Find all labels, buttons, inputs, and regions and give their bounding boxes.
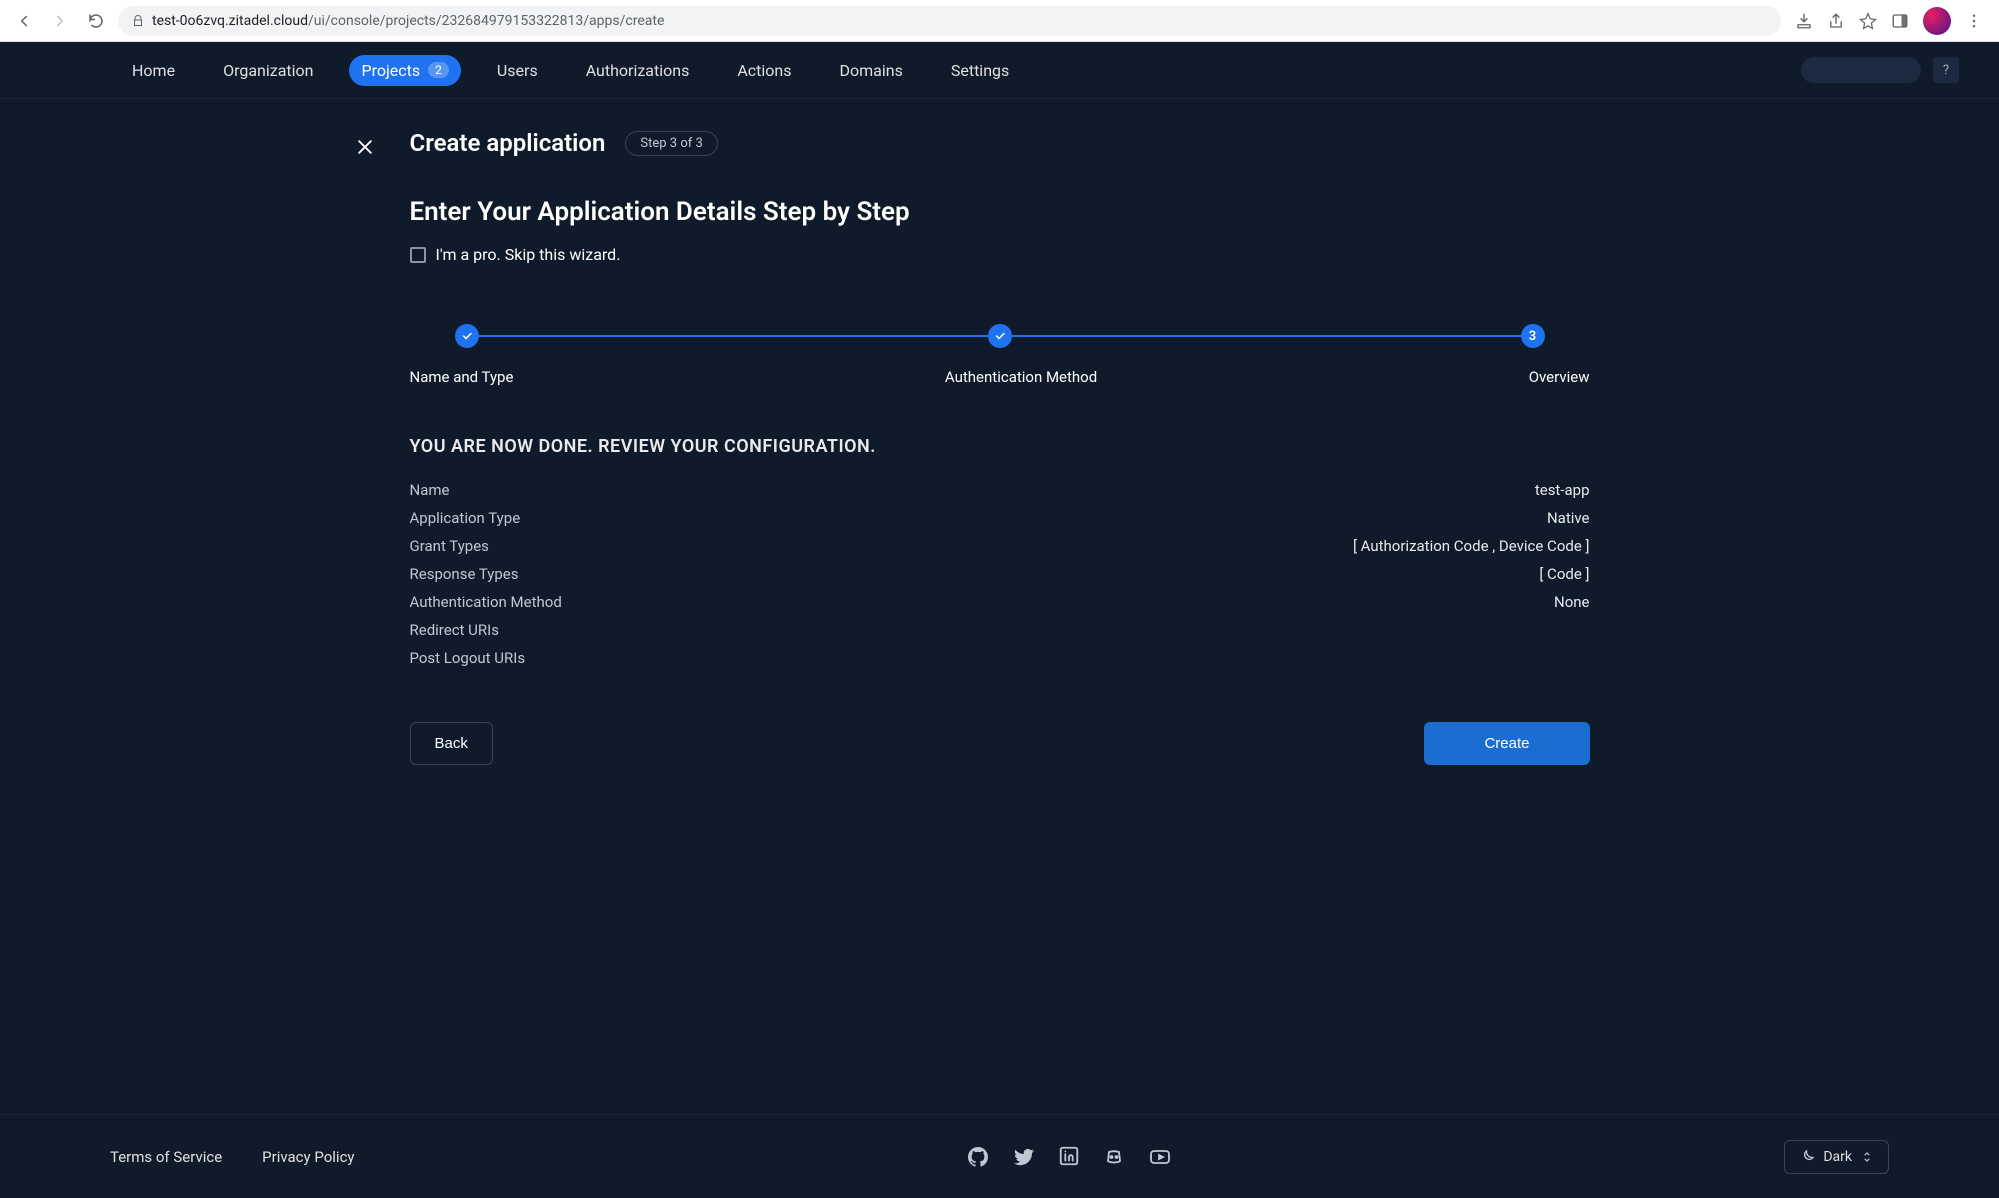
browser-toolbar: test-0o6zvq.zitadel.cloud/ui/console/pro… (0, 0, 1999, 42)
youtube-icon[interactable] (1148, 1145, 1172, 1169)
step-indicator: Step 3 of 3 (625, 131, 717, 156)
nav-domains[interactable]: Domains (828, 55, 915, 86)
review-row: Grant Types [ Authorization Code , Device… (410, 537, 1590, 555)
nav-label: Domains (840, 61, 903, 80)
review-label: Authentication Method (410, 593, 562, 611)
review-label: Post Logout URIs (410, 649, 526, 667)
close-button[interactable] (355, 137, 375, 157)
nav-projects[interactable]: Projects 2 (349, 55, 460, 86)
url-text: test-0o6zvq.zitadel.cloud/ui/console/pro… (152, 13, 664, 29)
browser-back-button[interactable] (10, 7, 38, 35)
step-1-label: Name and Type (410, 368, 514, 386)
nav-authorizations[interactable]: Authorizations (574, 55, 702, 86)
step-3-label: Overview (1529, 368, 1590, 386)
review-label: Response Types (410, 565, 519, 583)
review-label: Name (410, 481, 450, 499)
browser-forward-button[interactable] (46, 7, 74, 35)
browser-reload-button[interactable] (82, 7, 110, 35)
stepper: 3 (410, 324, 1590, 348)
nav-label: Actions (737, 61, 791, 80)
profile-avatar[interactable] (1923, 7, 1951, 35)
step-2-dot[interactable] (988, 324, 1012, 348)
search-input[interactable] (1801, 57, 1921, 83)
review-value: None (1554, 593, 1590, 611)
footer: Terms of Service Privacy Policy Dark (0, 1114, 1999, 1198)
review-label: Application Type (410, 509, 521, 527)
step-3-dot[interactable]: 3 (1521, 324, 1545, 348)
check-icon (461, 330, 473, 342)
footer-tos-link[interactable]: Terms of Service (110, 1148, 222, 1166)
moon-icon (1799, 1149, 1815, 1165)
kebab-menu-icon[interactable] (1965, 12, 1983, 30)
step-line (1012, 335, 1521, 337)
panel-icon[interactable] (1891, 12, 1909, 30)
skip-wizard-checkbox[interactable]: I'm a pro. Skip this wizard. (410, 245, 1590, 264)
review-label: Grant Types (410, 537, 489, 555)
step-2-label: Authentication Method (513, 368, 1528, 386)
nav-label: Settings (951, 61, 1009, 80)
review-row: Response Types [ Code ] (410, 565, 1590, 583)
nav-settings[interactable]: Settings (939, 55, 1021, 86)
lock-icon (132, 14, 144, 28)
review-row: Application Type Native (410, 509, 1590, 527)
back-button[interactable]: Back (410, 722, 493, 765)
footer-privacy-link[interactable]: Privacy Policy (262, 1148, 354, 1166)
theme-label: Dark (1823, 1149, 1852, 1165)
help-button[interactable]: ? (1933, 57, 1959, 83)
review-row: Post Logout URIs (410, 649, 1590, 667)
browser-right-icons (1789, 7, 1989, 35)
app-topnav: Home Organization Projects 2 Users Autho… (0, 42, 1999, 99)
chevron-updown-icon (1860, 1150, 1874, 1164)
review-row: Authentication Method None (410, 593, 1590, 611)
review-value: Native (1547, 509, 1590, 527)
nav-label: Authorizations (586, 61, 690, 80)
install-icon[interactable] (1795, 12, 1813, 30)
nav-badge: 2 (428, 62, 449, 78)
review-value: [ Authorization Code , Device Code ] (1353, 537, 1590, 555)
linkedin-icon[interactable] (1058, 1145, 1080, 1169)
checkbox-icon (410, 247, 426, 263)
discord-icon[interactable] (1102, 1145, 1126, 1169)
page-subtitle: Enter Your Application Details Step by S… (410, 197, 1590, 227)
theme-toggle[interactable]: Dark (1784, 1140, 1889, 1174)
nav-organization[interactable]: Organization (211, 55, 325, 86)
nav-actions[interactable]: Actions (725, 55, 803, 86)
review-row: Name test-app (410, 481, 1590, 499)
review-value: test-app (1535, 481, 1590, 499)
nav-home[interactable]: Home (120, 55, 187, 86)
step-line (479, 335, 988, 337)
review-heading: YOU ARE NOW DONE. REVIEW YOUR CONFIGURAT… (410, 436, 1590, 457)
nav-label: Organization (223, 61, 313, 80)
create-button[interactable]: Create (1424, 722, 1589, 765)
nav-label: Users (497, 61, 538, 80)
star-icon[interactable] (1859, 12, 1877, 30)
nav-label: Projects (361, 61, 420, 80)
step-1-dot[interactable] (455, 324, 479, 348)
nav-label: Home (132, 61, 175, 80)
check-icon (994, 330, 1006, 342)
browser-address-bar[interactable]: test-0o6zvq.zitadel.cloud/ui/console/pro… (118, 6, 1781, 36)
page-title: Create application (410, 129, 606, 157)
skip-wizard-label: I'm a pro. Skip this wizard. (436, 245, 621, 264)
review-label: Redirect URIs (410, 621, 499, 639)
share-icon[interactable] (1827, 12, 1845, 30)
twitter-icon[interactable] (1012, 1145, 1036, 1169)
review-row: Redirect URIs (410, 621, 1590, 639)
github-icon[interactable] (966, 1145, 990, 1169)
nav-users[interactable]: Users (485, 55, 550, 86)
review-value: [ Code ] (1539, 565, 1589, 583)
